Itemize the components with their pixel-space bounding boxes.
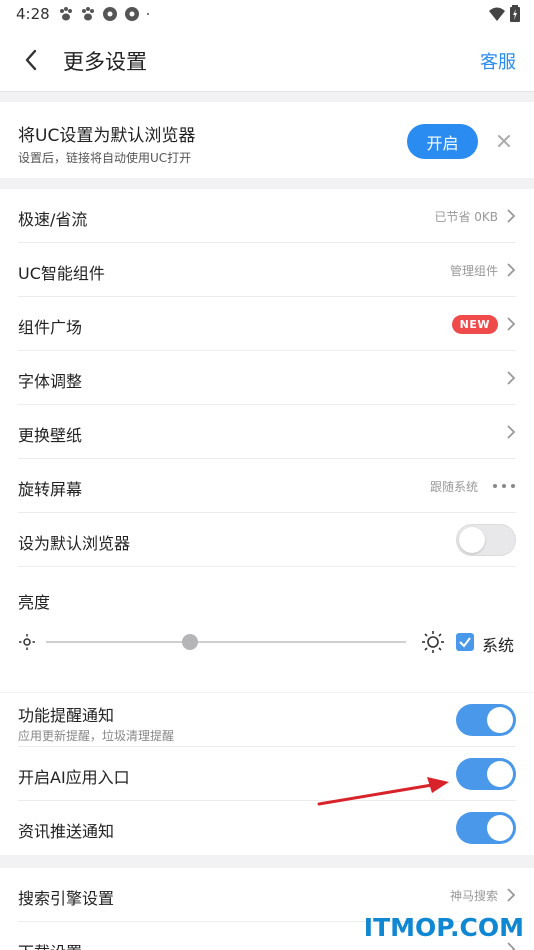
watermark: ITMOP.COM: [363, 913, 524, 942]
row-widget-plaza[interactable]: 组件广场 NEW: [18, 297, 516, 351]
sun-large-icon: [422, 631, 444, 653]
chevron-right-icon: [507, 425, 516, 439]
brightness-slider-thumb[interactable]: [182, 634, 198, 650]
feature-notify-sub: 应用更新提醒，垃圾清理提醒: [18, 729, 175, 743]
speed-label: 极速/省流: [18, 210, 88, 229]
sun-small-icon: [19, 634, 35, 650]
toggle-knob: [487, 815, 513, 841]
row-wallpaper[interactable]: 更换壁纸: [18, 405, 516, 459]
aperture-icon: [103, 7, 117, 21]
customer-service-link[interactable]: 客服: [480, 48, 516, 74]
close-icon[interactable]: [497, 134, 511, 148]
news-notify-label: 资讯推送通知: [18, 822, 115, 841]
status-time: 4:28: [16, 5, 50, 23]
enable-button[interactable]: 开启: [407, 124, 478, 159]
toggle-knob: [487, 707, 513, 733]
feature-notify-label: 功能提醒通知: [18, 706, 115, 725]
default-browser-label: 设为默认浏览器: [18, 534, 131, 553]
new-badge: NEW: [451, 314, 498, 334]
wallpaper-label: 更换壁纸: [18, 426, 83, 445]
chevron-right-icon: [507, 371, 516, 385]
row-rotate[interactable]: 旋转屏幕 跟随系统: [18, 459, 516, 513]
page-title: 更多设置: [63, 50, 147, 74]
row-feature-notify[interactable]: 功能提醒通知 应用更新提醒，垃圾清理提醒: [18, 693, 516, 747]
annotation-arrow-icon: [317, 777, 449, 806]
news-notify-toggle[interactable]: [456, 812, 516, 844]
chevron-right-icon: [507, 209, 516, 223]
app-header: 更多设置 客服: [0, 28, 534, 92]
more-dot-icon: [147, 13, 149, 15]
search-engine-hint: 神马搜索: [449, 888, 498, 903]
notification-icons: [58, 6, 154, 22]
feature-notify-toggle[interactable]: [456, 704, 516, 736]
notification-settings: 功能提醒通知 应用更新提醒，垃圾清理提醒 开启AI应用入口 资讯推送通知: [0, 693, 534, 855]
row-brightness: 亮度 系统: [0, 567, 534, 691]
default-browser-banner: 将UC设置为默认浏览器 设置后，链接将自动使用UC打开 开启: [0, 102, 534, 178]
widgets-hint: 管理组件: [449, 263, 498, 278]
search-engine-label: 搜索引擎设置: [18, 889, 115, 908]
system-label: 系统: [482, 636, 515, 655]
rotate-label: 旋转屏幕: [18, 480, 83, 499]
chevron-right-icon: [507, 263, 516, 277]
paw-icon: [82, 7, 94, 21]
download-label: 下载设置: [18, 939, 82, 950]
chevron-right-icon: [507, 317, 516, 331]
battery-icon: [510, 5, 520, 22]
toggle-knob: [487, 761, 513, 787]
toggle-knob: [459, 527, 485, 553]
chevron-right-icon: [507, 942, 516, 950]
ai-entry-label: 开启AI应用入口: [18, 768, 130, 787]
brightness-slider[interactable]: [46, 641, 406, 643]
system-icons: [488, 5, 520, 22]
wifi-icon: [489, 7, 505, 21]
row-speed[interactable]: 极速/省流 已节省 0KB: [18, 189, 516, 243]
widgets-label: UC智能组件: [18, 264, 105, 283]
check-icon: [459, 637, 471, 648]
banner-subtitle: 设置后，链接将自动使用UC打开: [18, 151, 192, 165]
widget-plaza-label: 组件广场: [18, 318, 83, 337]
status-bar: 4:28: [0, 0, 534, 28]
speed-hint: 已节省 0KB: [434, 209, 498, 224]
more-dots-icon[interactable]: [492, 483, 516, 489]
row-font[interactable]: 字体调整: [18, 351, 516, 405]
banner-title: 将UC设置为默认浏览器: [18, 126, 196, 146]
brightness-label: 亮度: [18, 593, 51, 612]
settings-list: 极速/省流 已节省 0KB UC智能组件 管理组件 组件广场 NEW 字体调整 …: [0, 189, 534, 692]
font-label: 字体调整: [18, 372, 83, 391]
ai-entry-toggle[interactable]: [456, 758, 516, 790]
paw-icon: [60, 7, 72, 21]
brightness-slider-row: 系统: [18, 627, 516, 657]
back-arrow-icon[interactable]: [18, 46, 44, 74]
aperture-icon: [125, 7, 139, 21]
row-widgets[interactable]: UC智能组件 管理组件: [18, 243, 516, 297]
system-brightness-checkbox[interactable]: [456, 633, 474, 651]
chevron-right-icon: [507, 888, 516, 902]
row-news-notify[interactable]: 资讯推送通知: [18, 801, 516, 855]
row-default-browser[interactable]: 设为默认浏览器: [18, 513, 516, 567]
rotate-hint: 跟随系统: [429, 479, 478, 494]
default-browser-toggle[interactable]: [456, 524, 516, 556]
